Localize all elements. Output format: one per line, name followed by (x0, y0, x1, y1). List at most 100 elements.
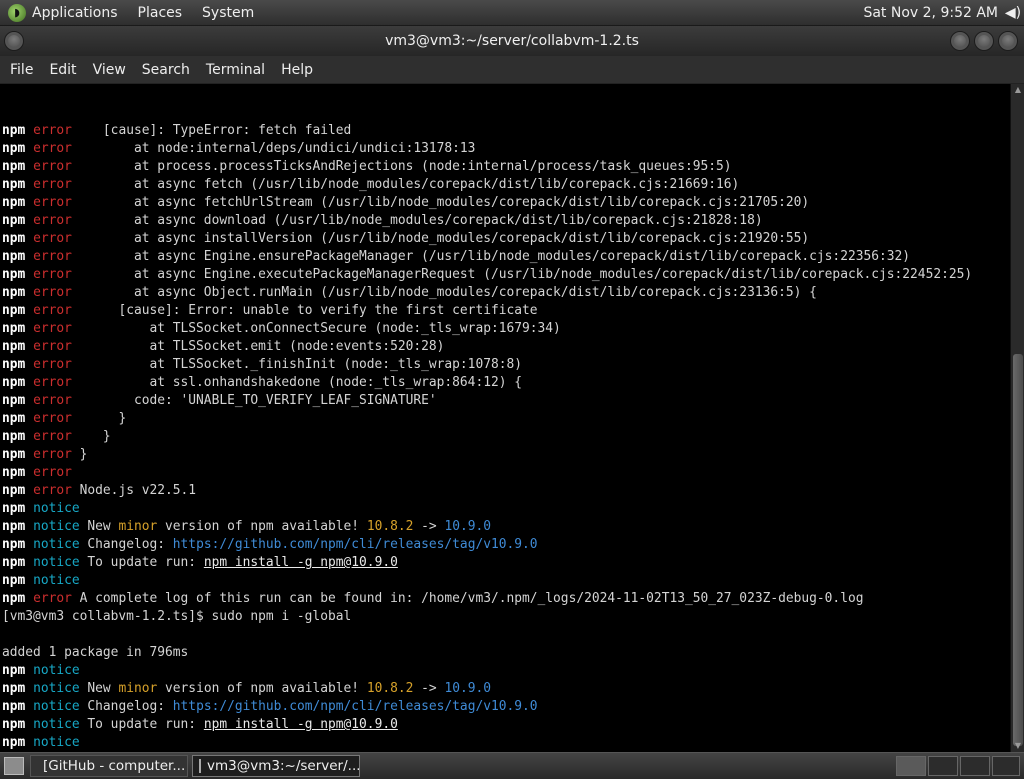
menu-search[interactable]: Search (142, 62, 190, 78)
gnome-foot-icon[interactable]: ◗ (8, 3, 26, 22)
panel-menu-places[interactable]: Places (138, 5, 183, 21)
terminal-text: error (33, 375, 72, 390)
terminal-text: New (79, 681, 119, 696)
menu-terminal[interactable]: Terminal (206, 62, 265, 78)
trash-icon[interactable] (992, 756, 1020, 776)
terminal-text: npm install -g npm@10.9.0 (203, 717, 398, 732)
terminal-text: npm (2, 447, 26, 462)
terminal-text: minor (118, 681, 158, 696)
terminal-line: npm error at async fetchUrlStream (/usr/… (2, 194, 1010, 212)
workspace-1[interactable] (896, 756, 926, 776)
show-desktop-icon[interactable] (4, 757, 24, 775)
terminal-text: notice (33, 501, 80, 516)
terminal-text: error (33, 177, 72, 192)
panel-menu-system[interactable]: System (202, 5, 254, 21)
terminal-text: https://github.com/npm/cli/releases/tag/… (172, 537, 538, 552)
terminal-line: npm error at async Engine.ensurePackageM… (2, 248, 1010, 266)
terminal-line: npm error at node:internal/deps/undici/u… (2, 140, 1010, 158)
menu-file[interactable]: File (10, 62, 33, 78)
terminal-text: at async installVersion (/usr/lib/node_m… (71, 231, 810, 246)
terminal-text: error (33, 339, 72, 354)
terminal-line: npm error (2, 464, 1010, 482)
terminal-text: Changelog: (79, 699, 173, 714)
terminal-line: npm notice (2, 572, 1010, 590)
menu-edit[interactable]: Edit (49, 62, 76, 78)
panel-clock[interactable]: Sat Nov 2, 9:52 AM (863, 5, 998, 21)
maximize-button[interactable] (974, 31, 994, 51)
workspace-3[interactable] (960, 756, 990, 776)
terminal-lines: npm error [cause]: TypeError: fetch fail… (0, 120, 1010, 752)
terminal-scrollbar[interactable]: ▲ ▼ (1010, 84, 1024, 752)
terminal-text: error (33, 303, 72, 318)
terminal-text: notice (33, 555, 80, 570)
terminal-text: notice (33, 699, 80, 714)
terminal-text: error (33, 285, 72, 300)
window-menu-icon[interactable] (4, 31, 24, 51)
terminal-text: To update run: (79, 717, 204, 732)
panel-menu-applications[interactable]: Applications (32, 5, 118, 21)
terminal-text: npm (2, 231, 26, 246)
terminal-text: at async fetch (/usr/lib/node_modules/co… (71, 177, 740, 192)
terminal-text: 10.8.2 (366, 681, 414, 696)
terminal-line: npm notice New minor version of npm avai… (2, 518, 1010, 536)
scrollbar-thumb[interactable] (1013, 354, 1023, 746)
scroll-up-arrow-icon[interactable]: ▲ (1011, 84, 1024, 96)
terminal-text: npm (2, 339, 26, 354)
terminal-text: minor (118, 519, 158, 534)
menu-help[interactable]: Help (281, 62, 313, 78)
terminal-text: notice (33, 537, 80, 552)
minimize-button[interactable] (950, 31, 970, 51)
terminal-text: notice (33, 663, 80, 678)
terminal-text: at async fetchUrlStream (/usr/lib/node_m… (71, 195, 810, 210)
terminal-text: npm install -g npm@10.9.0 (203, 555, 398, 570)
workspace-2[interactable] (928, 756, 958, 776)
terminal-text: npm (2, 177, 26, 192)
speaker-icon[interactable]: ◀) (1002, 5, 1024, 21)
terminal-text: error (33, 195, 72, 210)
taskbar-item-firefox[interactable]: [GitHub - computer... (30, 755, 188, 777)
bottom-panel: [GitHub - computer... vm3@vm3:~/server/.… (0, 752, 1024, 779)
terminal-line: npm error at async installVersion (/usr/… (2, 230, 1010, 248)
terminal-text: error (33, 591, 72, 606)
terminal-line: npm error at async download (/usr/lib/no… (2, 212, 1010, 230)
terminal-line: npm error at async fetch (/usr/lib/node_… (2, 176, 1010, 194)
taskbar-item-label: [GitHub - computer... (43, 758, 186, 774)
terminal-text: npm (2, 663, 26, 678)
terminal-text: notice (33, 735, 80, 750)
menu-view[interactable]: View (93, 62, 126, 78)
terminal-output[interactable]: npm error [cause]: TypeError: fetch fail… (0, 84, 1010, 752)
taskbar-item-terminal[interactable]: vm3@vm3:~/server/... (192, 755, 360, 777)
terminal-line: npm error } (2, 446, 1010, 464)
window-titlebar[interactable]: vm3@vm3:~/server/collabvm-1.2.ts (0, 26, 1024, 56)
terminal-text: 10.8.2 (366, 519, 414, 534)
terminal-line: npm error at TLSSocket.onConnectSecure (… (2, 320, 1010, 338)
terminal-text: added 1 package in 796ms (2, 645, 189, 660)
scroll-down-arrow-icon[interactable]: ▼ (1011, 740, 1024, 752)
terminal-text: npm (2, 501, 26, 516)
terminal-text: at async Engine.ensurePackageManager (/u… (71, 249, 911, 264)
top-panel: ◗ Applications Places System Sat Nov 2, … (0, 0, 1024, 26)
terminal-text: error (33, 429, 72, 444)
close-button[interactable] (998, 31, 1018, 51)
terminal-text: at ssl.onhandshakedone (node:_tls_wrap:8… (71, 375, 523, 390)
terminal-line: npm notice Changelog: https://github.com… (2, 536, 1010, 554)
terminal-text: New (79, 519, 119, 534)
terminal-text: npm (2, 321, 26, 336)
